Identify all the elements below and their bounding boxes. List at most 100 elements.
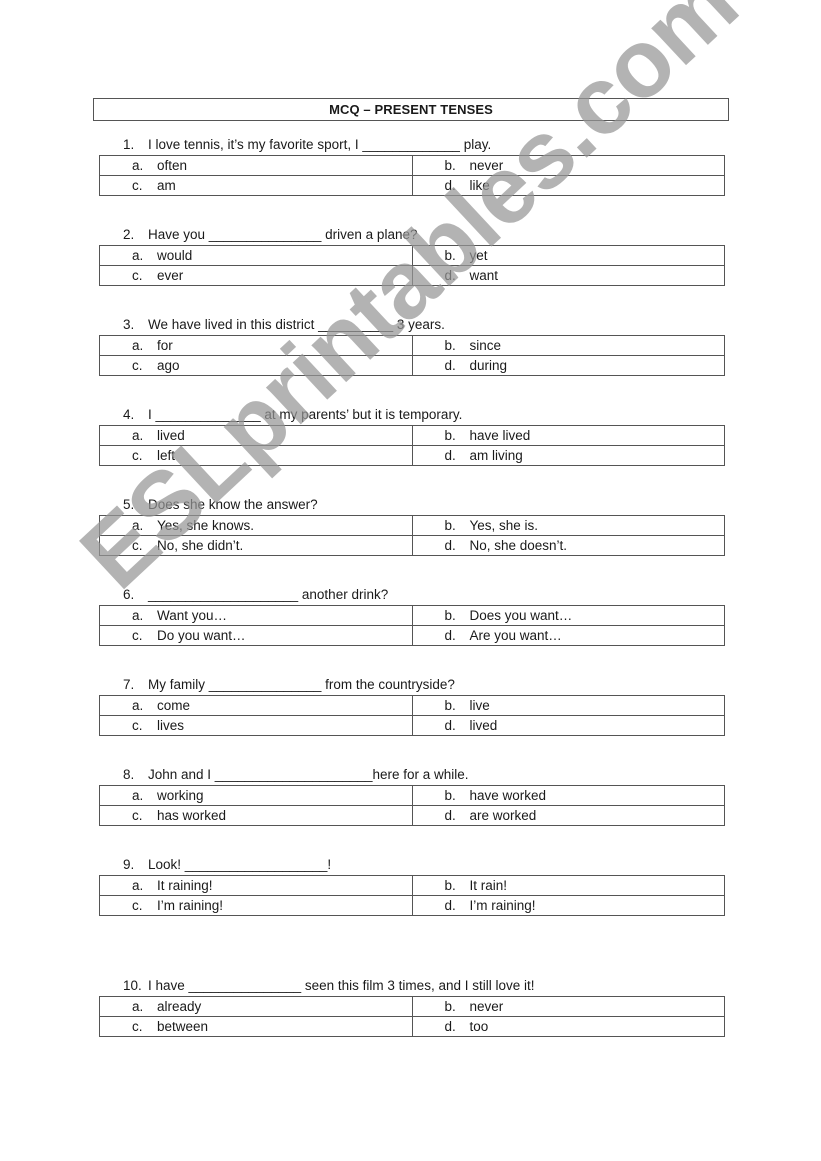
option-a[interactable]: a. Want you…	[100, 606, 412, 625]
option-letter: b.	[444, 518, 456, 533]
option-text: I’m raining!	[469, 898, 536, 913]
option-d[interactable]: d. want	[411, 266, 725, 285]
option-c[interactable]: c. am	[100, 176, 412, 195]
options-table: a. lived b. have lived c. left d. am living	[99, 425, 725, 466]
option-a[interactable]: a. already	[100, 997, 412, 1016]
options-table: a. Want you… b. Does you want… c. Do you want…	[99, 605, 725, 646]
option-letter: c.	[132, 808, 143, 823]
option-text: Yes, she knows.	[157, 518, 255, 533]
question-number: 4.	[123, 407, 135, 422]
option-text: lived	[157, 428, 185, 443]
option-text: never	[469, 158, 504, 173]
option-letter: c.	[132, 448, 143, 463]
option-text: never	[469, 999, 504, 1014]
option-c[interactable]: c. Do you want…	[100, 626, 412, 645]
option-d[interactable]: d. I’m raining!	[411, 896, 725, 915]
option-d[interactable]: d. am living	[411, 446, 725, 465]
options-table: a. would b. yet c. ever d. want	[99, 245, 725, 286]
option-b[interactable]: b. Does you want…	[411, 606, 725, 625]
option-letter: b.	[444, 608, 456, 623]
option-text: yet	[469, 248, 488, 263]
option-b[interactable]: b. live	[411, 696, 725, 715]
option-text: I’m raining!	[157, 898, 224, 913]
worksheet-title: MCQ – PRESENT TENSES	[93, 98, 729, 121]
option-a[interactable]: a. working	[100, 786, 412, 805]
option-a[interactable]: a. would	[100, 246, 412, 265]
option-c[interactable]: c. ago	[100, 356, 412, 375]
option-text: working	[157, 788, 204, 803]
options-row: c. No, she didn’t. d. No, she doesn’t.	[100, 535, 724, 555]
option-letter: c.	[132, 718, 143, 733]
option-text: often	[157, 158, 188, 173]
option-letter: b.	[444, 428, 456, 443]
question-2: 2. Have you _______________ driven a plan…	[99, 225, 725, 286]
option-letter: a.	[132, 158, 144, 173]
options-row: c. I’m raining! d. I’m raining!	[100, 895, 724, 915]
option-letter: a.	[132, 878, 144, 893]
options-row: c. between d. too	[100, 1016, 724, 1036]
option-b[interactable]: b. It rain!	[411, 876, 725, 895]
question-7: 7. My family _______________ from the cou…	[99, 675, 725, 736]
option-b[interactable]: b. have lived	[411, 426, 725, 445]
option-text: between	[157, 1019, 209, 1034]
question-6: 6. ____________________ another drink? a. W…	[99, 585, 725, 646]
option-c[interactable]: c. between	[100, 1017, 412, 1036]
question-10: 10. I have _______________ seen this film…	[99, 976, 725, 1037]
option-a[interactable]: a. come	[100, 696, 412, 715]
option-text: left	[157, 448, 176, 463]
question-number: 10.	[123, 978, 142, 993]
option-letter: d.	[444, 448, 456, 463]
option-text: have lived	[469, 428, 531, 443]
option-b[interactable]: b. since	[411, 336, 725, 355]
option-text: No, she doesn’t.	[469, 538, 568, 553]
question-prompt: 2. Have you _______________ driven a plan…	[99, 225, 725, 245]
options-row: a. working b. have worked	[100, 786, 724, 805]
options-table: a. already b. never c. between d. too	[99, 996, 725, 1037]
option-d[interactable]: d. No, she doesn’t.	[411, 536, 725, 555]
option-d[interactable]: d. lived	[411, 716, 725, 735]
question-prompt: 3. We have lived in this district _______…	[99, 315, 725, 335]
option-d[interactable]: d. too	[411, 1017, 725, 1036]
option-c[interactable]: c. left	[100, 446, 412, 465]
option-a[interactable]: a. Yes, she knows.	[100, 516, 412, 535]
options-row: a. lived b. have lived	[100, 426, 724, 445]
option-a[interactable]: a. lived	[100, 426, 412, 445]
option-d[interactable]: d. are worked	[411, 806, 725, 825]
question-number: 3.	[123, 317, 135, 332]
question-prompt: 1. I love tennis, it’s my favorite sport,…	[99, 135, 725, 155]
option-b[interactable]: b. have worked	[411, 786, 725, 805]
question-number: 7.	[123, 677, 135, 692]
option-letter: c.	[132, 358, 143, 373]
option-letter: d.	[444, 1019, 456, 1034]
option-text: want	[469, 268, 499, 283]
options-row: a. would b. yet	[100, 246, 724, 265]
option-letter: d.	[444, 358, 456, 373]
options-row: c. ever d. want	[100, 265, 724, 285]
option-text: It raining!	[157, 878, 213, 893]
option-d[interactable]: d. Are you want…	[411, 626, 725, 645]
option-text: has worked	[157, 808, 227, 823]
option-b[interactable]: b. Yes, she is.	[411, 516, 725, 535]
option-letter: d.	[444, 268, 456, 283]
option-b[interactable]: b. yet	[411, 246, 725, 265]
question-stem: I love tennis, it’s my favorite sport, I…	[148, 137, 492, 152]
question-number: 1.	[123, 137, 135, 152]
option-a[interactable]: a. It raining!	[100, 876, 412, 895]
option-text: Do you want…	[157, 628, 246, 643]
option-c[interactable]: c. ever	[100, 266, 412, 285]
option-b[interactable]: b. never	[411, 997, 725, 1016]
option-text: Does you want…	[469, 608, 573, 623]
options-table: a. often b. never c. am d. like	[99, 155, 725, 196]
option-b[interactable]: b. never	[411, 156, 725, 175]
option-c[interactable]: c. has worked	[100, 806, 412, 825]
option-c[interactable]: c. I’m raining!	[100, 896, 412, 915]
option-d[interactable]: d. like	[411, 176, 725, 195]
option-letter: a.	[132, 428, 144, 443]
option-c[interactable]: c. No, she didn’t.	[100, 536, 412, 555]
option-a[interactable]: a. for	[100, 336, 412, 355]
option-c[interactable]: c. lives	[100, 716, 412, 735]
question-prompt: 8. John and I _____________________here f…	[99, 765, 725, 785]
options-row: c. lives d. lived	[100, 715, 724, 735]
option-d[interactable]: d. during	[411, 356, 725, 375]
option-a[interactable]: a. often	[100, 156, 412, 175]
